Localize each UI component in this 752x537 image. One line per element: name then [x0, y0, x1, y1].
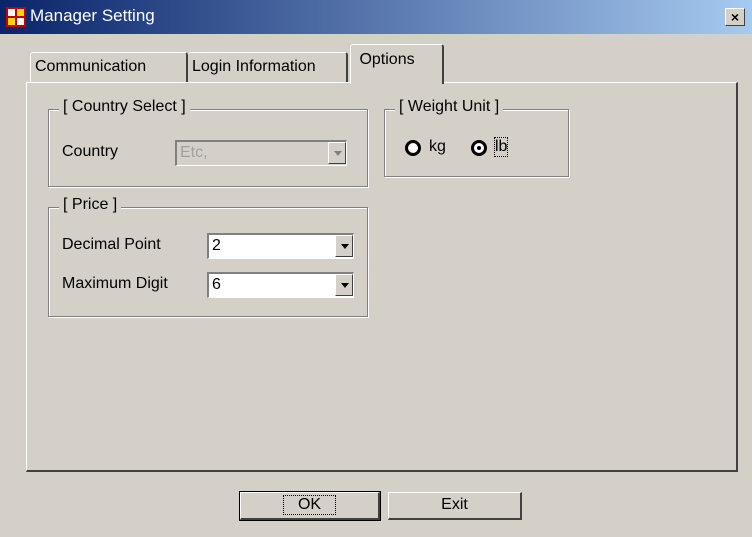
decimal-point-select[interactable]: 2	[207, 233, 354, 259]
maximum-digit-select[interactable]: 6	[207, 272, 354, 298]
options-panel: [ Country Select ] Country Etc, [ Weight…	[26, 82, 738, 472]
tab-options[interactable]: Options	[350, 44, 444, 84]
tab-login-information[interactable]: Login Information	[188, 52, 348, 82]
group-title: [ Price ]	[59, 196, 122, 214]
price-group: [ Price ] Decimal Point 2 Maximum Digit …	[48, 196, 368, 317]
chevron-down-icon	[335, 235, 353, 257]
tab-label: Communication	[35, 58, 147, 75]
close-button[interactable]: ×	[725, 8, 745, 26]
tab-label: Login Information	[192, 58, 316, 75]
decimal-point-label: Decimal Point	[62, 236, 161, 253]
window-title: Manager Setting	[30, 6, 155, 25]
close-icon: ×	[730, 9, 740, 25]
exit-button-label: Exit	[441, 496, 468, 513]
ok-button[interactable]: OK	[239, 491, 381, 521]
decimal-point-value: 2	[212, 237, 221, 254]
country-select[interactable]: Etc,	[175, 140, 347, 166]
tab-label: Options	[359, 51, 415, 68]
group-title: [ Country Select ]	[59, 98, 190, 116]
ok-button-label: OK	[282, 495, 337, 515]
exit-button[interactable]: Exit	[388, 492, 522, 520]
chevron-down-icon	[335, 274, 353, 296]
app-icon	[6, 7, 26, 27]
kg-label: kg	[429, 138, 446, 155]
chevron-down-icon	[328, 142, 346, 164]
country-label: Country	[62, 143, 119, 160]
title-bar[interactable]: Manager Setting ×	[0, 0, 752, 34]
kg-radio[interactable]	[405, 140, 421, 156]
maximum-digit-label: Maximum Digit	[62, 275, 168, 292]
country-select-group: [ Country Select ] Country Etc,	[48, 98, 368, 187]
maximum-digit-value: 6	[212, 276, 221, 293]
country-value: Etc,	[180, 144, 208, 161]
lb-label: lb	[493, 137, 509, 157]
group-title: [ Weight Unit ]	[395, 98, 504, 116]
lb-radio[interactable]	[471, 140, 487, 156]
weight-unit-group: [ Weight Unit ] kg lb	[384, 98, 569, 177]
tab-communication[interactable]: Communication	[30, 52, 188, 82]
